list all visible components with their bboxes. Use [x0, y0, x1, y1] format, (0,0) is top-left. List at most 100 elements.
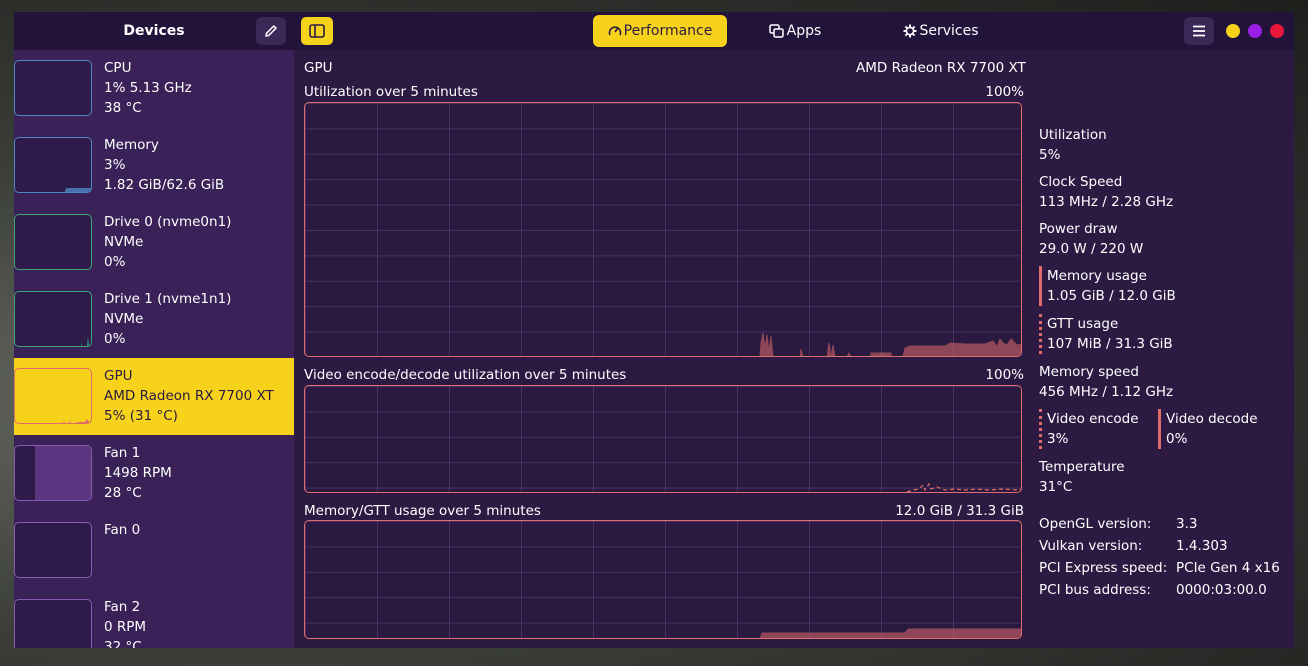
stat-utilization: Utilization 5% [1039, 125, 1107, 165]
device-detail: 1498 RPM [104, 465, 172, 481]
device-name: Fan 1 [104, 445, 141, 461]
stat-label: Power draw [1039, 221, 1118, 237]
fan-0-thumbnail-graph [14, 522, 92, 578]
tab-performance[interactable]: Performance [593, 15, 727, 47]
sidebar-item-fan-1[interactable]: Fan 1 1498 RPM 28 °C [14, 435, 294, 512]
stat-video-encode: Video encode 3% [1039, 409, 1139, 449]
gear-icon [903, 24, 917, 38]
stat-memory-usage: Memory usage 1.05 GiB / 12.0 GiB [1039, 266, 1176, 306]
drive-1-thumbnail-graph [14, 291, 92, 347]
sidebar-header: Devices [14, 12, 294, 50]
stat-label: Video encode [1047, 411, 1139, 427]
sidebar-item-fan-2[interactable]: Fan 2 0 RPM 32 °C [14, 589, 294, 648]
memory-graph-title: Memory/GTT usage over 5 minutes [304, 503, 541, 519]
sidebar-item-fan-0[interactable]: Fan 0 [14, 512, 294, 589]
pencil-icon [265, 25, 277, 37]
stat-label: Utilization [1039, 127, 1107, 143]
device-detail: 0 RPM [104, 619, 147, 635]
stat-label: Memory speed [1039, 364, 1139, 380]
device-name: Memory [104, 137, 159, 153]
memory-graph-max: 12.0 GiB / 31.3 GiB [895, 503, 1024, 519]
drive-0-thumbnail-graph [14, 214, 92, 270]
gpu-model: AMD Radeon RX 7700 XT [856, 60, 1026, 76]
windows-icon [768, 24, 784, 38]
device-detail: NVMe [104, 311, 144, 327]
stat-value: 456 MHz / 1.12 GHz [1039, 384, 1174, 400]
stat-value: 3% [1047, 431, 1069, 447]
utilization-graph-title: Utilization over 5 minutes [304, 84, 478, 100]
memory-thumbnail-graph [14, 137, 92, 193]
stat-gtt-usage: GTT usage 107 MiB / 31.3 GiB [1039, 314, 1173, 354]
minimize-button[interactable] [1226, 24, 1240, 38]
sidebar-item-drive-1[interactable]: Drive 1 (nvme1n1) NVMe 0% [14, 281, 294, 358]
stat-value: 5% [1039, 147, 1061, 163]
video-graph [304, 385, 1022, 493]
stat-value: 113 MHz / 2.28 GHz [1039, 194, 1174, 210]
stat-value: 107 MiB / 31.3 GiB [1047, 336, 1173, 352]
cpu-thumbnail-graph [14, 60, 92, 116]
device-name: CPU [104, 60, 132, 76]
device-detail: 28 °C [104, 485, 142, 501]
tab-apps-label: Apps [786, 23, 822, 39]
gpu-thumbnail-graph [14, 368, 92, 424]
device-detail: 38 °C [104, 100, 142, 116]
device-name: Fan 0 [104, 522, 141, 538]
stat-clock-speed: Clock Speed 113 MHz / 2.28 GHz [1039, 172, 1173, 212]
device-detail: 0% [104, 331, 126, 347]
edit-button[interactable] [256, 17, 286, 45]
device-name: Drive 0 (nvme0n1) [104, 214, 232, 230]
fan-1-thumbnail-graph [14, 445, 92, 501]
stat-value: 1.05 GiB / 12.0 GiB [1047, 288, 1176, 304]
sidebar-item-drive-0[interactable]: Drive 0 (nvme0n1) NVMe 0% [14, 204, 294, 281]
stat-label: Video decode [1166, 411, 1258, 427]
sidebar-toggle-button[interactable] [301, 17, 333, 45]
device-detail: 32 °C [104, 639, 142, 648]
device-name: Drive 1 (nvme1n1) [104, 291, 232, 307]
device-detail: AMD Radeon RX 7700 XT [104, 388, 274, 404]
device-list: CPU 1% 5.13 GHz 38 °C Memory 3% 1.82 GiB… [14, 50, 294, 648]
video-graph-title: Video encode/decode utilization over 5 m… [304, 367, 627, 383]
device-detail: 5% (31 °C) [104, 408, 178, 424]
device-detail: 1.82 GiB/62.6 GiB [104, 177, 225, 193]
detail-key: OpenGL version: [1039, 516, 1152, 532]
close-button[interactable] [1270, 24, 1284, 38]
sidebar-item-cpu[interactable]: CPU 1% 5.13 GHz 38 °C [14, 50, 294, 127]
detail-key: PCI Express speed: [1039, 560, 1168, 576]
fan-2-thumbnail-graph [14, 599, 92, 648]
detail-value: 1.4.303 [1176, 538, 1228, 554]
detail-key: Vulkan version: [1039, 538, 1143, 554]
device-name: GPU [104, 368, 133, 384]
stat-label: Memory usage [1047, 268, 1147, 284]
tab-performance-label: Performance [623, 23, 713, 39]
stat-value: 29.0 W / 220 W [1039, 241, 1144, 257]
stat-temperature: Temperature 31°C [1039, 457, 1125, 497]
tab-services[interactable]: Services [891, 15, 991, 47]
sidebar-icon [309, 24, 325, 38]
stat-label: Temperature [1039, 459, 1125, 475]
tab-apps[interactable]: Apps [755, 15, 835, 47]
detail-value: PCIe Gen 4 x16 [1176, 560, 1280, 576]
device-name: Fan 2 [104, 599, 141, 615]
stat-memory-speed: Memory speed 456 MHz / 1.12 GHz [1039, 362, 1173, 402]
sidebar-item-gpu[interactable]: GPU AMD Radeon RX 7700 XT 5% (31 °C) [14, 358, 294, 435]
main-menu-button[interactable] [1184, 17, 1214, 45]
gauge-icon [608, 26, 621, 36]
stat-video-decode: Video decode 0% [1158, 409, 1258, 449]
memory-graph [304, 520, 1022, 639]
gpu-details-panel: GPU AMD Radeon RX 7700 XT Utilization ov… [294, 50, 1294, 648]
maximize-button[interactable] [1248, 24, 1262, 38]
sidebar-title: Devices [123, 23, 185, 39]
device-detail: NVMe [104, 234, 144, 250]
utilization-graph [304, 102, 1022, 357]
detail-value: 3.3 [1176, 516, 1198, 532]
tab-services-label: Services [919, 23, 979, 39]
sidebar-item-memory[interactable]: Memory 3% 1.82 GiB/62.6 GiB [14, 127, 294, 204]
utilization-graph-max: 100% [985, 84, 1024, 100]
hamburger-icon [1193, 25, 1205, 37]
page-title: GPU [304, 60, 333, 76]
stat-label: GTT usage [1047, 316, 1119, 332]
stat-value: 31°C [1039, 479, 1073, 495]
device-detail: 1% 5.13 GHz [104, 80, 192, 96]
stat-power-draw: Power draw 29.0 W / 220 W [1039, 219, 1143, 259]
stat-value: 0% [1166, 431, 1188, 447]
